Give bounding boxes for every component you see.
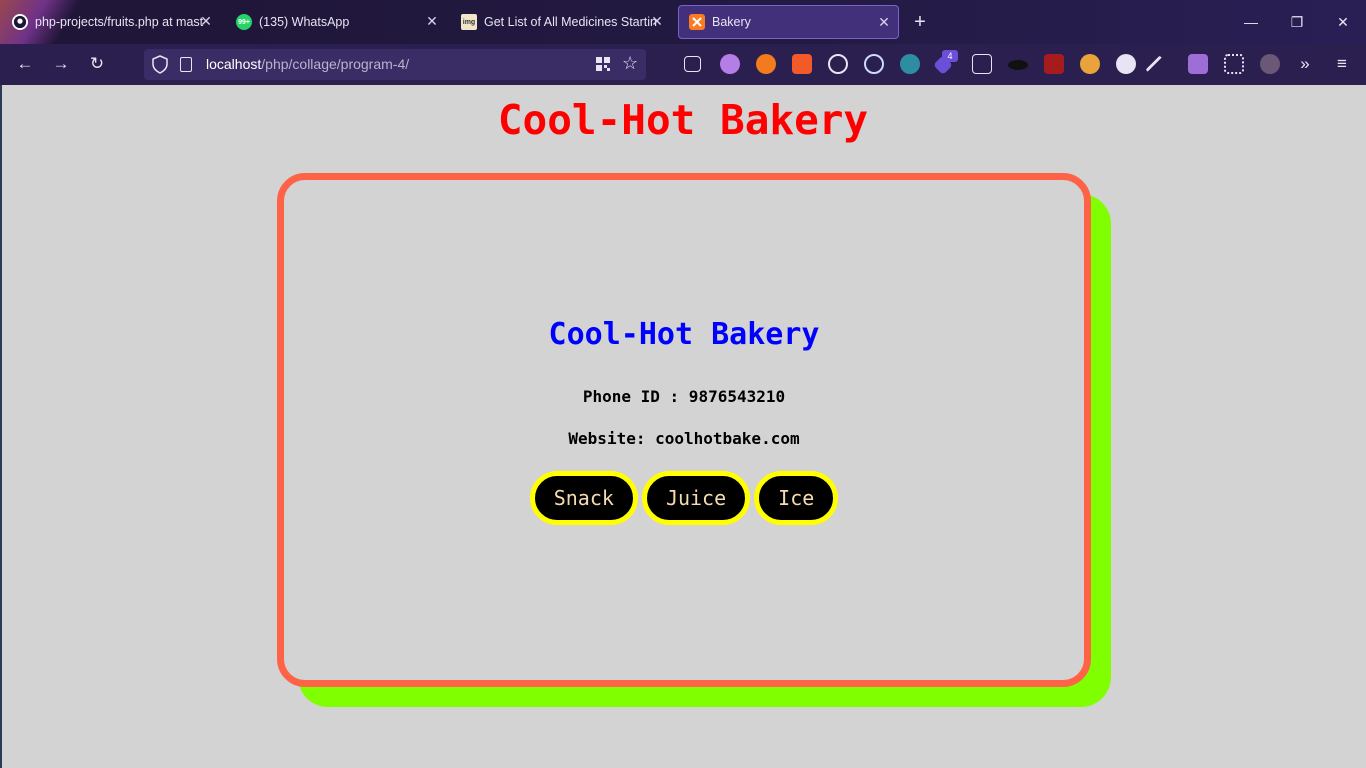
category-buttons: Snack Juice Ice	[284, 471, 1084, 525]
img-icon: img	[461, 14, 477, 30]
page-title: Cool-Hot Bakery	[497, 96, 869, 144]
monkey-extension-icon[interactable]	[1080, 54, 1100, 74]
phone-text: Phone ID : 9876543210	[582, 387, 786, 406]
tab-bakery[interactable]: Bakery ✕	[678, 5, 899, 39]
website-text: Website: coolhotbake.com	[568, 429, 800, 448]
tab-title: Get List of All Medicines Startin	[484, 15, 657, 29]
restore-icon[interactable]: ❐	[1285, 10, 1309, 34]
tab-title: php-projects/fruits.php at mast	[35, 15, 204, 29]
tab-whatsapp[interactable]: 99+ (135) WhatsApp ✕	[226, 5, 446, 39]
metamask-icon[interactable]	[756, 54, 776, 74]
ice-button[interactable]: Ice	[754, 471, 839, 525]
juice-button[interactable]: Juice	[641, 471, 751, 525]
extensions-grid-icon[interactable]	[1224, 54, 1244, 74]
hat-extension-icon[interactable]	[1008, 60, 1028, 70]
close-icon[interactable]: ✕	[424, 13, 440, 29]
bubbles-extension-icon[interactable]	[1260, 54, 1280, 74]
page-icon	[180, 57, 192, 72]
info-extension-icon[interactable]	[720, 54, 740, 74]
extension-badge: 4	[942, 50, 958, 62]
close-icon[interactable]: ✕	[649, 13, 665, 29]
xampp-icon	[689, 14, 705, 30]
whatsapp-icon: 99+	[236, 14, 252, 30]
translate-extension-icon[interactable]	[792, 54, 812, 74]
cube-extension-icon[interactable]	[1188, 54, 1208, 74]
cookie-icon[interactable]	[828, 54, 848, 74]
close-window-icon[interactable]: ✕	[1331, 10, 1355, 34]
tab-title: (135) WhatsApp	[259, 15, 350, 29]
close-icon[interactable]: ✕	[876, 14, 892, 30]
tab-title: Bakery	[712, 15, 751, 29]
pocket-icon[interactable]	[684, 56, 701, 72]
address-bar[interactable]: localhost/php/collage/program-4/ ☆	[144, 49, 646, 80]
ublock-icon[interactable]	[1044, 54, 1064, 74]
gif-extension-icon[interactable]	[972, 54, 992, 74]
reload-icon[interactable]: ↻	[85, 52, 109, 76]
minimize-icon[interactable]: —	[1239, 10, 1263, 34]
overflow-chevron-icon[interactable]: »	[1293, 52, 1317, 76]
react-devtools-icon[interactable]	[864, 54, 884, 74]
ghost-extension-icon[interactable]	[1116, 54, 1136, 74]
close-icon[interactable]: ✕	[198, 13, 214, 29]
card-title: Cool-Hot Bakery	[548, 317, 820, 352]
bookmark-star-icon[interactable]: ☆	[622, 53, 638, 74]
qr-code-icon[interactable]	[596, 57, 610, 71]
window-edge	[0, 85, 2, 768]
shield-icon	[152, 55, 168, 74]
snack-button[interactable]: Snack	[529, 471, 638, 525]
tab-medicines[interactable]: img Get List of All Medicines Startin ✕	[451, 5, 671, 39]
tab-github[interactable]: php-projects/fruits.php at mast ✕	[2, 5, 220, 39]
github-icon	[12, 14, 28, 30]
menu-icon[interactable]: ≡	[1330, 52, 1354, 76]
back-icon[interactable]: ←	[13, 52, 37, 76]
bakery-card: Cool-Hot Bakery Phone ID : 9876543210 We…	[277, 173, 1091, 687]
browser-tab-strip: php-projects/fruits.php at mast ✕ 99+ (1…	[0, 0, 1366, 44]
new-tab-icon[interactable]: +	[910, 12, 930, 32]
navigation-bar: ← → ↻ localhost/php/collage/program-4/ ☆…	[0, 44, 1366, 85]
url-text[interactable]: localhost/php/collage/program-4/	[206, 56, 409, 72]
vpn-extension-icon[interactable]	[900, 54, 920, 74]
forward-icon[interactable]: →	[49, 52, 73, 76]
eyedropper-icon[interactable]	[1145, 55, 1163, 73]
